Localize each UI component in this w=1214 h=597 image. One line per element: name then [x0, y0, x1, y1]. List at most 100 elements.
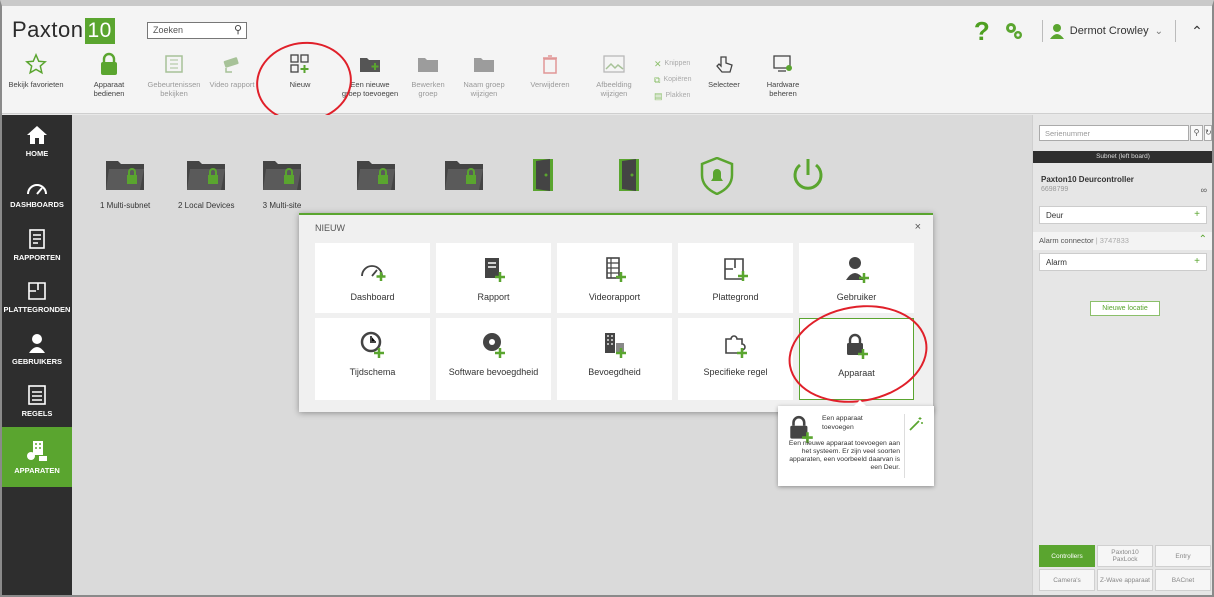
ribbon-label: Gebeurtenissen bekijken: [147, 80, 201, 98]
ribbon-label: Video rapport: [209, 80, 255, 89]
tab-zwave[interactable]: Z-Wave apparaat: [1097, 569, 1153, 591]
magic-wand-icon[interactable]: [908, 416, 924, 432]
new-user-option[interactable]: Gebruiker: [799, 243, 914, 313]
tile-label: 1 Multi-subnet: [100, 201, 151, 210]
controller-name: Paxton10 Deurcontroller: [1041, 175, 1134, 184]
help-icon[interactable]: ?: [974, 16, 990, 47]
video-report-button[interactable]: Video rapport: [206, 52, 258, 89]
device-tile[interactable]: [790, 157, 826, 193]
chevron-up-icon[interactable]: ⌃: [1199, 234, 1207, 245]
new-location-button[interactable]: Nieuwe locatie: [1090, 301, 1160, 316]
nav-item-floorplans[interactable]: PLATTEGRONDEN: [2, 271, 72, 323]
header-divider: [1041, 20, 1043, 42]
nav-label: DASHBOARDS: [10, 199, 64, 209]
view-events-button[interactable]: Gebeurtenissen bekijken: [144, 52, 204, 98]
device-tile[interactable]: [532, 157, 558, 193]
paste-button[interactable]: ▤ Plakken: [654, 88, 691, 104]
nav-item-users[interactable]: GEBRUIKERS: [2, 323, 72, 375]
nav-item-rules[interactable]: REGELS: [2, 375, 72, 427]
alarm-field[interactable]: Alarm +: [1039, 253, 1207, 271]
refresh-icon[interactable]: ↻: [1204, 125, 1212, 141]
close-icon[interactable]: ×: [915, 221, 921, 233]
star-icon: [25, 53, 47, 75]
door-field[interactable]: Deur +: [1039, 206, 1207, 224]
manage-hardware-button[interactable]: Hardware beheren: [758, 52, 808, 98]
app-window: Paxton10 Zoeken ⚲ ? Dermot Crowley ⌄ ⌃: [0, 0, 1214, 597]
settings-cogs-icon[interactable]: [1002, 19, 1026, 43]
controller-entry[interactable]: Paxton10 Deurcontroller 6698799 ∞: [1041, 175, 1211, 195]
add-icon[interactable]: +: [1194, 209, 1200, 220]
rules-icon: [28, 384, 46, 405]
copy-button[interactable]: ⧉ Kopiëren: [654, 72, 691, 88]
tab-controllers[interactable]: Controllers: [1039, 545, 1095, 567]
new-video-report-option[interactable]: Videorapport: [557, 243, 672, 313]
nav-label: RAPPORTEN: [13, 252, 61, 262]
controller-serial: 6698799: [1041, 186, 1069, 193]
new-floorplan-option[interactable]: Plattegrond: [678, 243, 793, 313]
cut-button[interactable]: ✕ Knippen: [654, 56, 691, 72]
nav-item-dashboards[interactable]: DASHBOARDS: [2, 167, 72, 219]
tab-entry[interactable]: Entry: [1155, 545, 1211, 567]
collapse-ribbon-icon[interactable]: ⌃: [1182, 23, 1212, 40]
ribbon-label: Verwijderen: [530, 80, 570, 89]
serial-search-input[interactable]: Serienummer: [1039, 125, 1189, 141]
view-favorites-button[interactable]: Bekijk favorieten: [6, 52, 66, 89]
change-image-button[interactable]: Afbeelding wijzigen: [588, 52, 640, 98]
group-tile[interactable]: [444, 157, 484, 191]
tab-bacnet[interactable]: BACnet: [1155, 569, 1211, 591]
rename-group-button[interactable]: Naam groep wijzigen: [458, 52, 510, 98]
camera-icon: [223, 57, 239, 73]
new-permission-option[interactable]: Bevoegdheid: [557, 318, 672, 400]
building-add-icon: [604, 333, 626, 358]
new-software-permission-option[interactable]: Software bevoegdheid: [436, 318, 551, 400]
delete-button[interactable]: Verwijderen: [526, 52, 574, 89]
home-icon: [27, 125, 47, 144]
search-input[interactable]: Zoeken ⚲: [147, 22, 247, 39]
add-icon[interactable]: +: [1194, 256, 1200, 267]
rename-group-icon: [474, 58, 494, 72]
search-placeholder: Zoeken: [153, 25, 184, 35]
search-icon[interactable]: ⚲: [234, 23, 242, 36]
user-icon: [29, 333, 45, 353]
group-tile[interactable]: 2 Local Devices: [178, 157, 234, 210]
tooltip-divider: [904, 414, 905, 478]
header-divider: [1175, 20, 1176, 42]
user-add-icon: [845, 257, 869, 283]
video-report-add-icon: [605, 257, 626, 282]
dashboard-add-icon: [360, 265, 385, 281]
group-tile[interactable]: [356, 157, 396, 191]
ribbon-label: Naam groep wijzigen: [463, 80, 505, 98]
floorplan-add-icon: [723, 258, 748, 281]
tab-cameras[interactable]: Camera's: [1039, 569, 1095, 591]
paste-icon: ▤: [654, 91, 663, 101]
copy-icon: ⧉: [654, 75, 661, 85]
nav-item-devices[interactable]: APPARATEN: [2, 427, 72, 487]
image-icon: [603, 55, 625, 73]
edit-group-button[interactable]: Bewerken groep: [402, 52, 454, 98]
alarm-connector-header[interactable]: Alarm connector | 3747833 ⌃: [1033, 232, 1212, 250]
device-tile[interactable]: [700, 157, 734, 195]
folder-lock-icon: [106, 161, 145, 190]
search-icon[interactable]: ⚲: [1190, 125, 1203, 141]
user-menu[interactable]: Dermot Crowley ⌄: [1049, 23, 1163, 39]
group-tile[interactable]: 3 Multi-site: [262, 157, 302, 210]
option-label: Dashboard: [350, 292, 395, 302]
nav-item-reports[interactable]: RAPPORTEN: [2, 219, 72, 271]
operate-device-button[interactable]: Apparaat bedienen: [84, 52, 134, 98]
new-specific-rule-option[interactable]: Specifieke regel: [678, 318, 793, 400]
tooltip: Een apparaat toevoegen Een nieuwe appara…: [778, 400, 934, 486]
tab-paxlock[interactable]: Paxton10 PaxLock: [1097, 545, 1153, 567]
group-tile[interactable]: 1 Multi-subnet: [100, 157, 150, 210]
clock-add-icon: [360, 331, 384, 358]
disc-add-icon: [482, 333, 505, 358]
nav-label: GEBRUIKERS: [11, 356, 62, 366]
copy-label: Kopiëren: [663, 76, 692, 83]
tile-label: 3 Multi-site: [262, 201, 302, 210]
device-tile[interactable]: [618, 157, 644, 193]
nav-item-home[interactable]: HOME: [2, 115, 72, 167]
select-button[interactable]: Selecteer: [704, 52, 744, 89]
new-dashboard-option[interactable]: Dashboard: [315, 243, 430, 313]
new-report-option[interactable]: Rapport: [436, 243, 551, 313]
option-label: Rapport: [477, 292, 510, 302]
new-schedule-option[interactable]: Tijdschema: [315, 318, 430, 400]
